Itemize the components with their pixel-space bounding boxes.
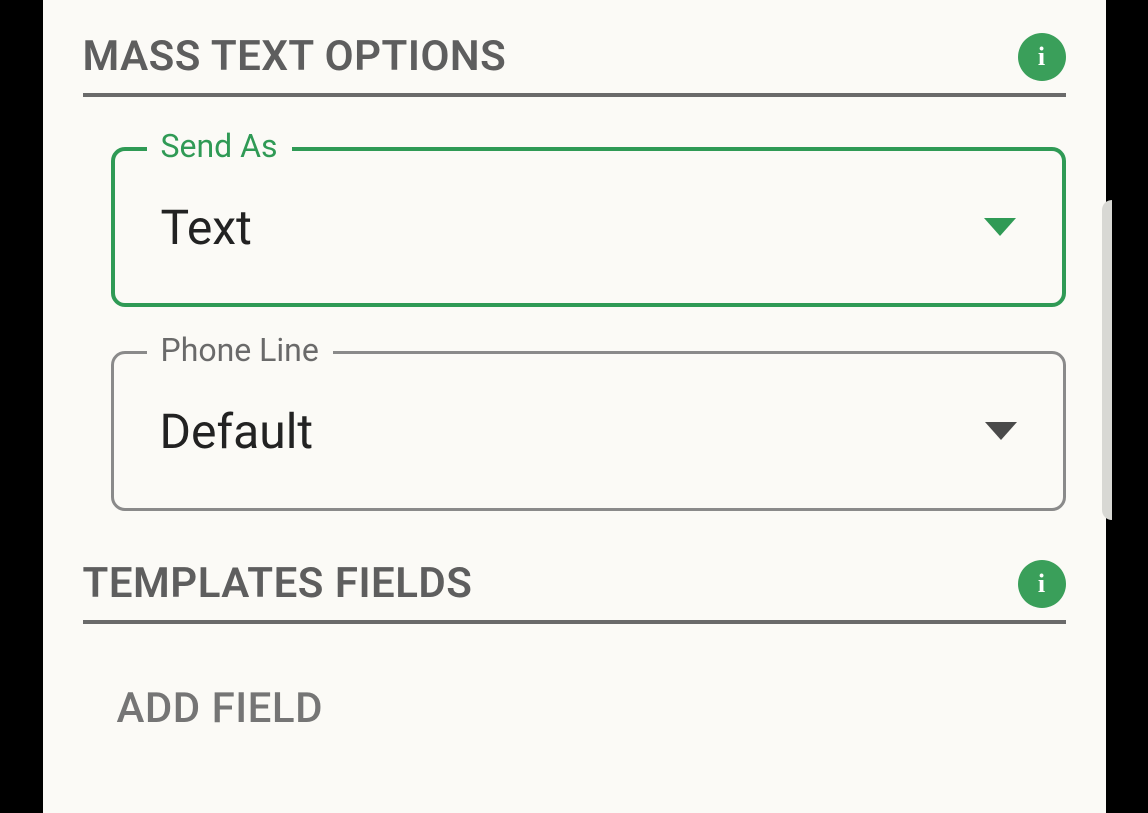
settings-panel: MASS TEXT OPTIONS i Send As Text Phone L… [43,0,1106,813]
info-icon[interactable]: i [1018,33,1066,81]
chevron-down-icon [985,422,1017,440]
phone-line-field: Phone Line Default [111,351,1066,511]
templates-fields-header: TEMPLATES FIELDS i [83,559,1066,624]
send-as-field: Send As Text [111,147,1066,307]
send-as-value: Text [161,199,252,256]
send-as-label: Send As [147,127,292,165]
add-field-button[interactable]: ADD FIELD [117,684,1066,733]
info-icon[interactable]: i [1018,560,1066,608]
phone-line-select[interactable]: Default [111,351,1066,511]
send-as-select[interactable]: Text [111,147,1066,307]
phone-line-value: Default [160,403,314,460]
mass-text-options-title: MASS TEXT OPTIONS [83,32,507,81]
templates-fields-title: TEMPLATES FIELDS [83,559,473,608]
phone-line-label: Phone Line [147,331,333,369]
mass-text-options-header: MASS TEXT OPTIONS i [83,32,1066,97]
scrollbar[interactable] [1102,200,1112,520]
chevron-down-icon [984,218,1016,236]
